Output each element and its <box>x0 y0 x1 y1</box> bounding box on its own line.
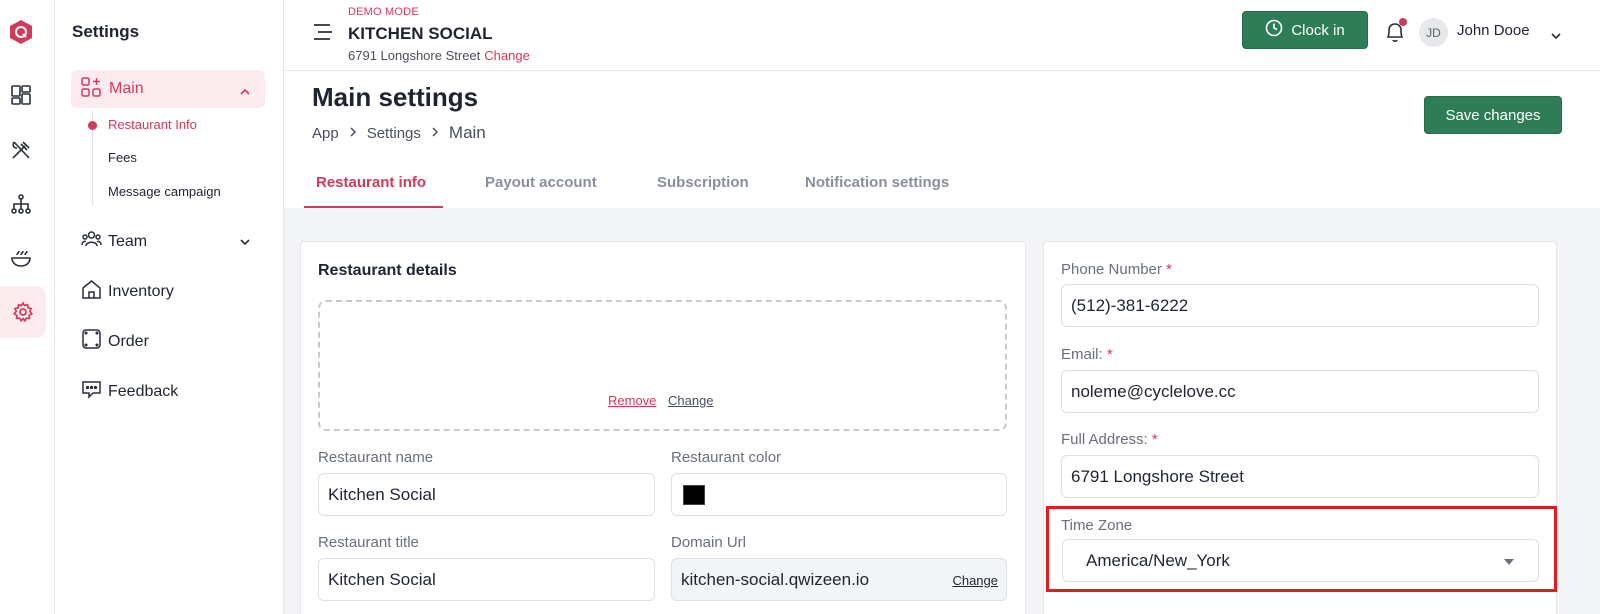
sidebar-item-label: Team <box>108 232 148 250</box>
image-dropzone[interactable] <box>318 300 1007 431</box>
sidebar-title: Settings <box>72 22 140 41</box>
restaurant-details-title: Restaurant details <box>318 262 457 279</box>
change-image-link[interactable]: Change <box>668 393 714 408</box>
order-icon <box>81 329 102 354</box>
settings-sidebar: Settings Main Restaurant Info Fees Messa… <box>55 0 284 614</box>
sidebar-item-inventory[interactable]: Inventory <box>81 279 174 304</box>
restaurant-color-picker[interactable] <box>671 473 1007 516</box>
top-header: DEMO MODE KITCHEN SOCIAL 6791 Longshore … <box>284 0 1600 71</box>
user-name[interactable]: John Dooe <box>1457 22 1530 39</box>
sidebar-item-label: Order <box>108 332 149 350</box>
sidebar-item-label: Feedback <box>108 382 179 400</box>
sidebar-subitem-restaurant-info[interactable]: Restaurant Info <box>108 117 197 132</box>
page-title: Main settings <box>312 82 479 112</box>
store-name: KITCHEN SOCIAL <box>348 24 493 43</box>
address-label: Full Address: * <box>1061 431 1158 448</box>
sidebar-item-team[interactable]: Team <box>81 229 250 254</box>
gear-icon[interactable] <box>0 286 46 338</box>
sidebar-subitem-message-campaign[interactable]: Message campaign <box>108 184 221 199</box>
address-input[interactable]: 6791 Longshore Street <box>1061 455 1539 498</box>
dashboard-icon[interactable] <box>8 82 34 108</box>
apps-plus-icon <box>81 76 101 102</box>
home-icon <box>81 279 102 304</box>
change-domain-link[interactable]: Change <box>952 573 998 588</box>
restaurant-name-label: Restaurant name <box>318 449 434 466</box>
chevron-up-icon[interactable] <box>239 83 251 101</box>
food-bowl-icon[interactable] <box>8 245 34 271</box>
chat-icon <box>81 379 102 404</box>
demo-mode-label: DEMO MODE <box>348 6 419 18</box>
sidebar-item-label: Inventory <box>108 282 174 300</box>
change-store-link[interactable]: Change <box>484 48 530 63</box>
chevron-right-icon <box>349 125 357 141</box>
breadcrumb: App Settings Main <box>312 123 486 143</box>
clock-in-button[interactable]: Clock in <box>1242 11 1368 49</box>
sidebar-item-order[interactable]: Order <box>81 329 149 354</box>
phone-input[interactable]: (512)-381-6222 <box>1061 284 1539 327</box>
remove-image-link[interactable]: Remove <box>608 393 656 408</box>
breadcrumb-settings[interactable]: Settings <box>367 125 421 142</box>
restaurant-title-input[interactable]: Kitchen Social <box>318 558 655 601</box>
phone-label-text: Phone Number <box>1061 261 1162 278</box>
chevron-down-icon[interactable] <box>239 233 251 251</box>
restaurant-name-input[interactable]: Kitchen Social <box>318 473 655 516</box>
icon-rail <box>0 0 55 614</box>
sidebar-item-label: Main <box>109 80 144 97</box>
required-mark: * <box>1166 261 1172 278</box>
tab-restaurant-info[interactable]: Restaurant info <box>316 174 426 191</box>
avatar[interactable]: JD <box>1419 18 1448 47</box>
domain-url-field: kitchen-social.qwizeen.io Change <box>671 558 1007 601</box>
team-icon <box>81 229 102 254</box>
store-address-text: 6791 Longshore Street <box>348 48 481 63</box>
restaurant-color-label: Restaurant color <box>671 449 782 466</box>
utensils-icon[interactable] <box>8 137 34 163</box>
required-mark: * <box>1151 431 1158 448</box>
email-input[interactable]: noleme@cyclelove.cc <box>1061 370 1539 413</box>
breadcrumb-app[interactable]: App <box>312 125 339 142</box>
sidebar-item-feedback[interactable]: Feedback <box>81 379 178 404</box>
phone-label: Phone Number * <box>1061 261 1172 278</box>
notification-dot <box>1399 18 1407 26</box>
store-address: 6791 Longshore Street Change <box>348 48 530 63</box>
sidebar-item-main[interactable]: Main <box>71 70 265 108</box>
active-dot <box>88 121 97 130</box>
chevron-right-icon <box>431 125 439 141</box>
tab-bar: Restaurant info Payout account Subscript… <box>284 160 1600 208</box>
logo-icon[interactable] <box>9 19 33 45</box>
address-label-text: Full Address: <box>1061 431 1148 448</box>
required-mark: * <box>1106 346 1113 363</box>
clock-in-label: Clock in <box>1291 21 1345 39</box>
save-changes-button[interactable]: Save changes <box>1424 96 1562 134</box>
sidebar-subitem-fees[interactable]: Fees <box>108 150 137 165</box>
email-label: Email: * <box>1061 346 1113 363</box>
breadcrumb-main: Main <box>448 123 486 142</box>
timezone-highlight-box <box>1046 506 1557 592</box>
tab-notification-settings[interactable]: Notification settings <box>805 174 949 191</box>
hierarchy-icon[interactable] <box>8 191 34 217</box>
restaurant-title-label: Restaurant title <box>318 534 419 551</box>
menu-icon[interactable] <box>312 22 334 42</box>
domain-url-label: Domain Url <box>671 534 747 551</box>
clock-icon <box>1265 19 1283 41</box>
email-label-text: Email: <box>1061 346 1103 363</box>
chevron-down-icon[interactable] <box>1550 27 1562 45</box>
tab-payout-account[interactable]: Payout account <box>485 174 597 191</box>
tab-subscription[interactable]: Subscription <box>657 174 749 191</box>
domain-url-value: kitchen-social.qwizeen.io <box>681 569 870 589</box>
color-swatch[interactable] <box>683 484 705 505</box>
